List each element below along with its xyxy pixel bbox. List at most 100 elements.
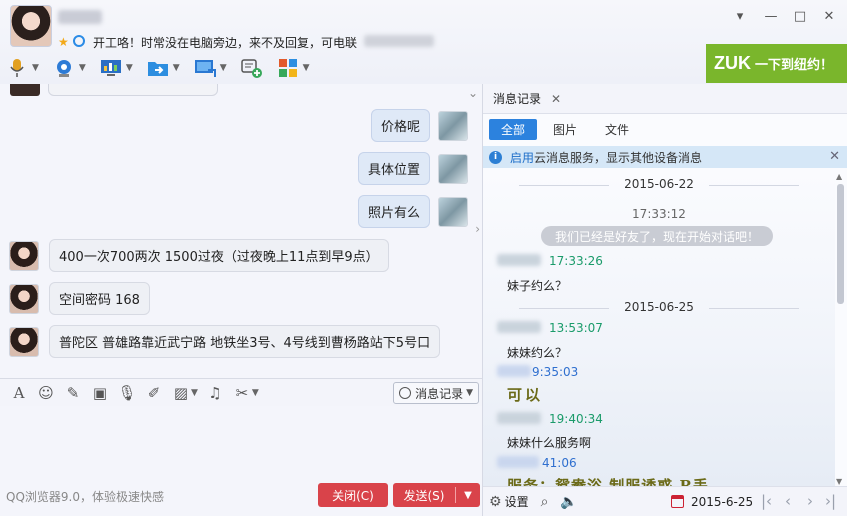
screen-share-icon (100, 58, 122, 78)
avatar (10, 84, 40, 96)
message-row: 价格呢 (370, 109, 468, 142)
history-message[interactable]: 可以 (507, 384, 543, 405)
chevron-down-icon[interactable]: ▼ (126, 63, 133, 73)
scroll-down-icon[interactable]: ▼ (836, 477, 842, 486)
contact-signature: 开工咯！时常没在电脑旁边，来不及回复，可电联 (93, 36, 358, 50)
previous-page-icon[interactable]: ‹ (785, 492, 791, 510)
history-message[interactable]: 妹妹什么服务啊 (507, 434, 591, 451)
my-avatar[interactable] (438, 196, 468, 227)
remote-desktop-icon (194, 58, 216, 78)
message-bubble-partial (48, 84, 218, 96)
chevron-down-icon[interactable]: ▼ (191, 388, 198, 398)
message-input[interactable] (0, 406, 482, 480)
minimize-button[interactable]: — (760, 6, 782, 26)
search-icon[interactable]: ⌕ (541, 494, 549, 510)
scroll-up-icon[interactable]: ▲ (836, 172, 842, 181)
message-row: 具体位置 (357, 152, 468, 185)
my-avatar[interactable] (438, 110, 468, 141)
last-page-icon[interactable]: ›| (825, 492, 836, 510)
next-page-icon[interactable]: › (807, 492, 813, 510)
first-page-icon[interactable]: |‹ (761, 492, 772, 510)
advertisement-banner[interactable]: ZUK 一下到纽约！ (706, 44, 847, 83)
chevron-down-icon[interactable]: ▼ (303, 63, 310, 73)
qq-status-icon[interactable] (73, 35, 85, 47)
message-time: 13:53:07 (549, 321, 603, 335)
history-scrollbar[interactable]: ▲ ▼ (835, 172, 846, 486)
chevron-right-icon[interactable]: › (475, 222, 480, 236)
camera-icon (53, 58, 75, 78)
filter-images[interactable]: 图片 (541, 119, 589, 140)
message-bubble[interactable]: 照片有么 (357, 195, 430, 228)
chevron-down-icon[interactable]: ▼ (252, 388, 259, 398)
shake-window-icon[interactable]: ▣ (89, 384, 111, 402)
contact-avatar[interactable] (9, 326, 39, 357)
history-message-list[interactable]: 2015-06-22 17:33:12 我们已经是好友了，现在开始对话吧！ 17… (483, 172, 835, 486)
speaker-icon[interactable]: 🔈 (560, 494, 577, 510)
scroll-thumb[interactable] (837, 184, 844, 304)
screenshot-scissors-icon[interactable]: ✂ (231, 384, 253, 402)
history-message[interactable]: 服务：鸳鸯浴 制服诱惑 R丢 (507, 475, 709, 486)
settings-button[interactable]: 设置 (505, 493, 529, 510)
browser-ad-link[interactable]: QQ浏览器9.0，体验极速快感 (6, 488, 164, 505)
ad-slogan: 一下到纽约！ (755, 58, 834, 73)
remote-desktop-button[interactable]: ▼ (194, 55, 227, 81)
contact-avatar[interactable] (9, 283, 39, 314)
contact-avatar[interactable] (9, 240, 39, 271)
message-row: 空间密码 168 (9, 282, 150, 315)
close-icon[interactable]: ✕ (829, 149, 840, 164)
close-button[interactable]: 关闭(C) (318, 483, 388, 507)
calendar-icon[interactable] (671, 495, 684, 508)
message-bubble[interactable]: 空间密码 168 (49, 282, 150, 315)
video-call-button[interactable]: ▼ (53, 55, 86, 81)
message-bubble[interactable]: 400一次700两次 1500过夜（过夜晚上11点到早9点） (49, 239, 389, 272)
emoji-icon[interactable]: ☺ (35, 384, 57, 402)
message-bubble[interactable]: 具体位置 (357, 152, 430, 185)
history-tab-title: 消息记录 (493, 92, 542, 106)
create-discussion-button[interactable] (240, 55, 263, 81)
history-message[interactable]: 妹子约么？ (507, 277, 567, 294)
chevron-down-icon[interactable]: ▼ (220, 63, 227, 73)
send-options-dropdown[interactable]: ▼ (456, 490, 480, 501)
chevron-down-icon[interactable]: ▼ (173, 63, 180, 73)
message-history-button[interactable]: 消息记录 ▼ (393, 382, 479, 404)
filter-all[interactable]: 全部 (489, 118, 538, 140)
message-time: 17:33:26 (549, 254, 603, 268)
message-history-panel: 消息记录 ✕ 全部 图片 文件 i 启用 云消息服务，显示其他设备消息 ✕ 20… (482, 84, 847, 516)
file-transfer-button[interactable]: ▼ (147, 55, 180, 81)
history-date[interactable]: 2015-6-25 (691, 495, 753, 509)
magic-wand-icon[interactable]: ✎ (62, 384, 84, 402)
star-icon[interactable]: ★ (58, 35, 69, 49)
history-filter-tabs: 全部 图片 文件 (483, 114, 847, 144)
voice-message-icon[interactable]: 🎙 (116, 384, 138, 402)
screen-share-button[interactable]: ▼ (100, 55, 133, 81)
notice-text: 云消息服务，显示其他设备消息 (534, 150, 703, 165)
history-message[interactable]: 妹妹约么？ (507, 344, 567, 361)
gear-icon[interactable]: ⚙ (489, 494, 502, 510)
enable-cloud-link[interactable]: 启用 (510, 149, 534, 166)
menu-dropdown-button[interactable]: ▾ (729, 6, 751, 26)
image-icon[interactable]: ▨ (170, 384, 192, 402)
send-button[interactable]: 发送(S) ▼ (393, 483, 480, 507)
maximize-button[interactable]: □ (789, 6, 811, 26)
font-icon[interactable]: A (8, 384, 30, 402)
collapse-icon[interactable]: ⌄ (468, 86, 478, 100)
my-avatar[interactable] (438, 153, 468, 184)
chevron-down-icon: ▼ (466, 388, 473, 398)
message-row: 400一次700两次 1500过夜（过夜晚上11点到早9点） (9, 239, 389, 272)
message-bubble[interactable]: 价格呢 (370, 109, 430, 142)
chevron-down-icon[interactable]: ▼ (79, 63, 86, 73)
filter-files[interactable]: 文件 (593, 119, 641, 140)
history-tab[interactable]: 消息记录 ✕ (483, 84, 847, 114)
chat-message-area[interactable]: ⌄ › 价格呢 具体位置 照片有么 400一次700两次 1500过夜（过夜晚上… (0, 84, 482, 378)
music-icon[interactable]: ♫ (204, 384, 226, 402)
doodle-icon[interactable]: ✐ (143, 384, 165, 402)
chevron-down-icon[interactable]: ▼ (32, 63, 39, 73)
message-time: 19:40:34 (549, 412, 603, 426)
close-window-button[interactable]: ✕ (818, 6, 840, 26)
contact-avatar[interactable] (10, 5, 52, 47)
apps-button[interactable]: ▼ (277, 55, 310, 81)
voice-call-button[interactable]: ▼ (6, 55, 39, 81)
message-bubble[interactable]: 普陀区 普雄路靠近武宁路 地铁坐3号、4号线到曹杨路站下5号口 (49, 325, 441, 358)
close-icon[interactable]: ✕ (551, 92, 561, 106)
info-icon: i (489, 150, 502, 164)
